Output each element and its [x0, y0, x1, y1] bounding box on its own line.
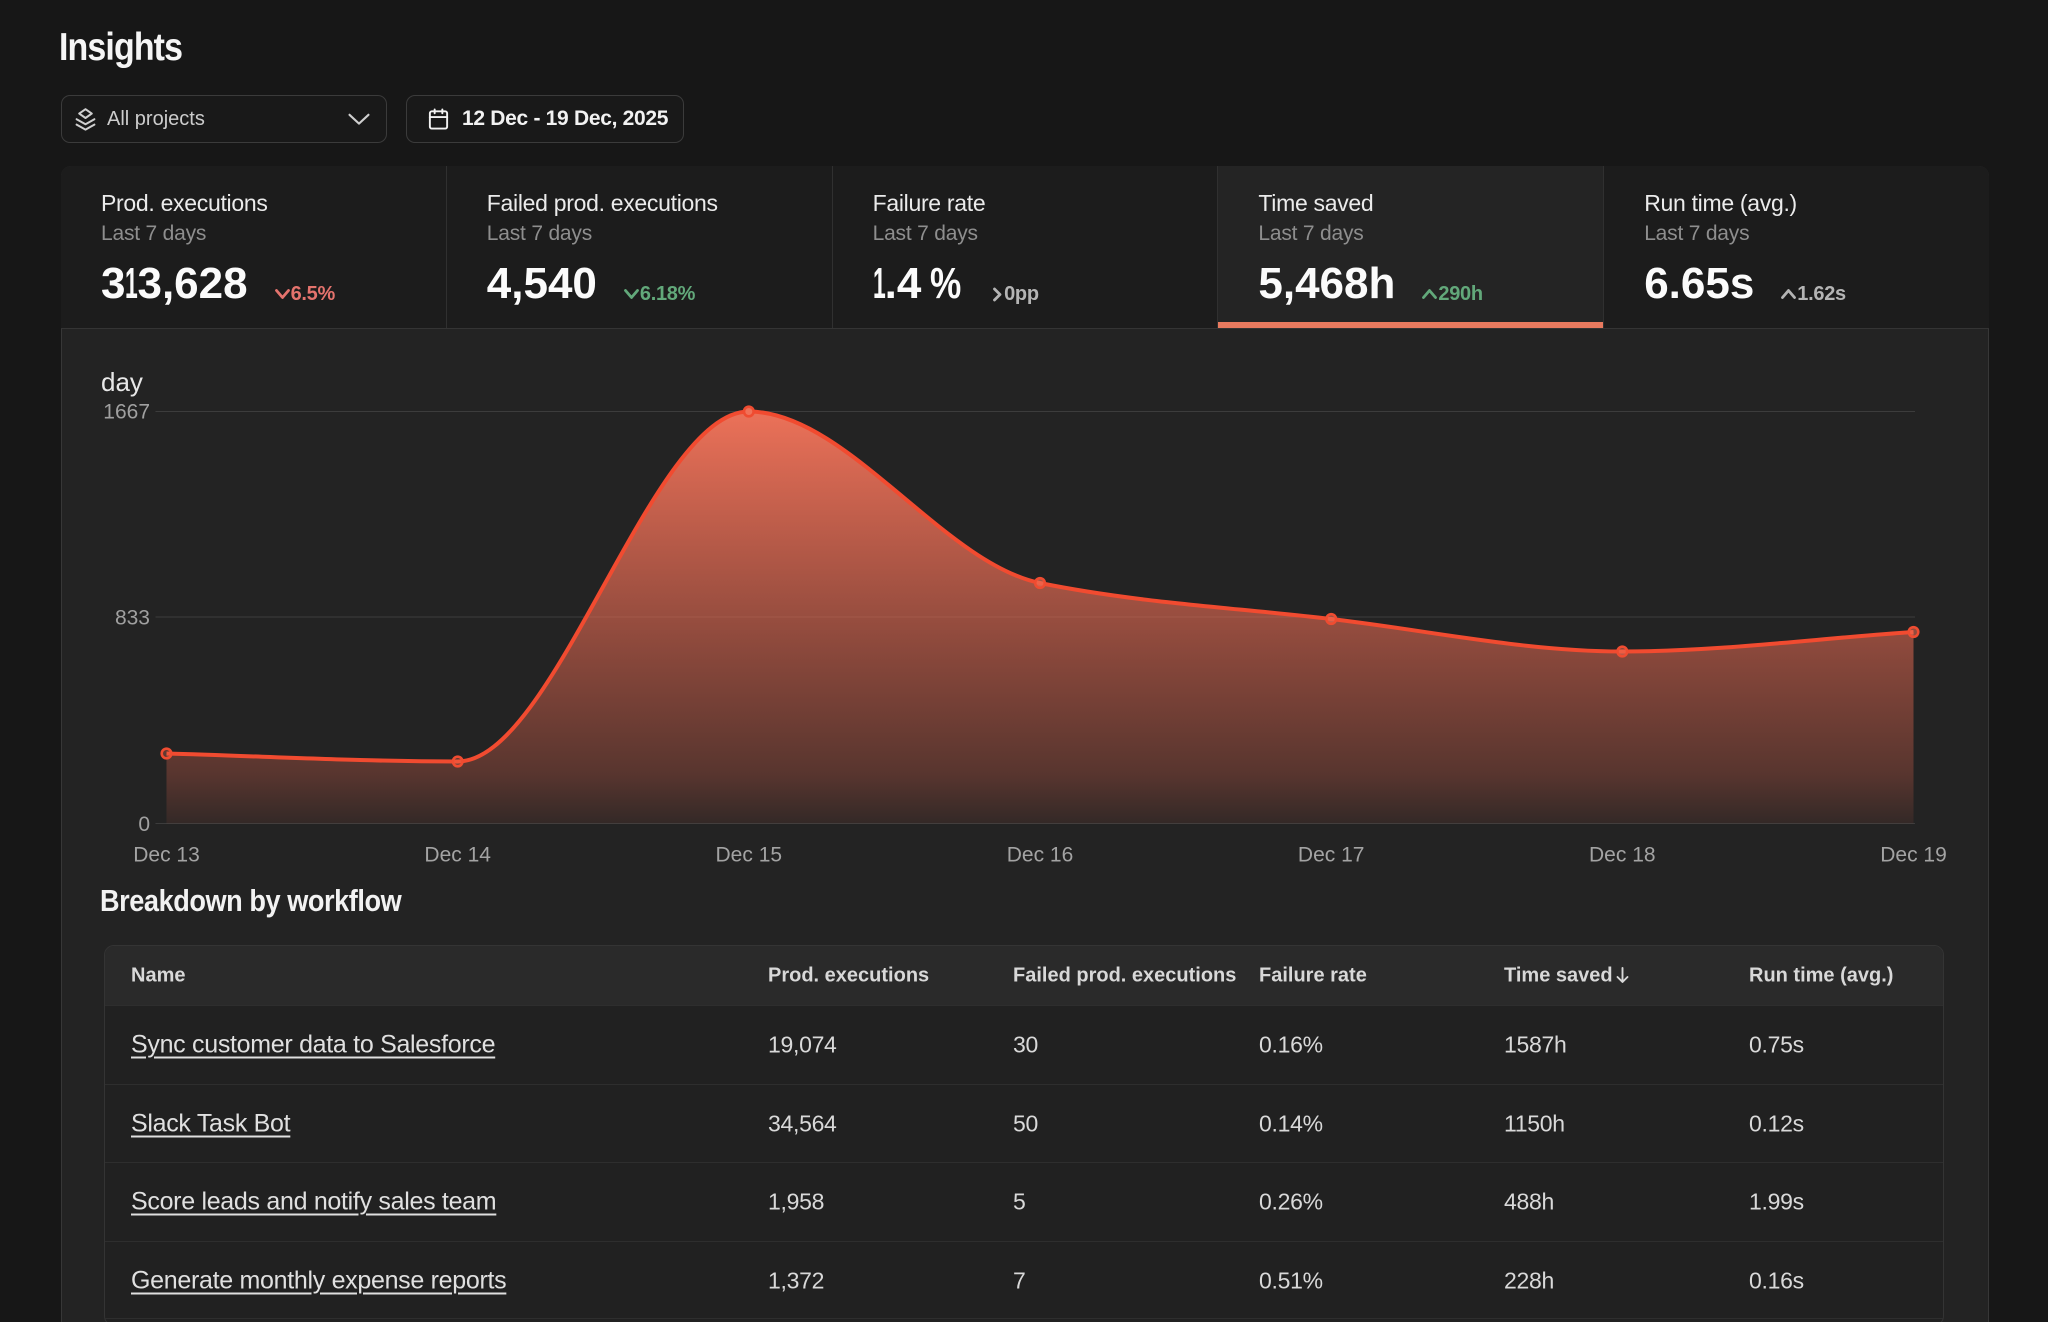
- svg-text:1667: 1667: [103, 401, 150, 424]
- svg-text:Dec 15: Dec 15: [716, 844, 783, 867]
- svg-text:Dec 18: Dec 18: [1589, 844, 1656, 867]
- svg-text:0: 0: [138, 813, 150, 836]
- svg-text:day: day: [101, 367, 143, 397]
- svg-text:Dec 17: Dec 17: [1298, 844, 1365, 867]
- svg-text:Dec 19: Dec 19: [1880, 844, 1947, 867]
- svg-text:Dec 16: Dec 16: [1007, 844, 1074, 867]
- svg-text:Dec 14: Dec 14: [424, 844, 491, 867]
- svg-text:Dec 13: Dec 13: [133, 844, 200, 867]
- svg-text:833: 833: [115, 607, 150, 630]
